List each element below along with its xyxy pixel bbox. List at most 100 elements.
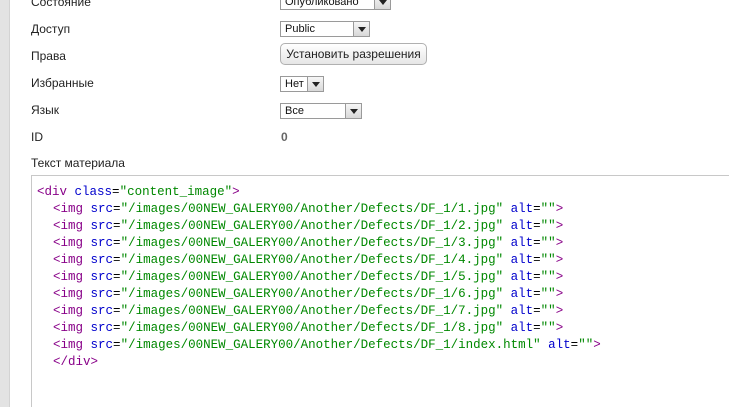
code-attribute-value: "/images/00NEW_GALERY00/Another/Defects/… <box>120 338 541 352</box>
code-attribute-name: src <box>90 321 114 335</box>
code-tag-close: > <box>593 338 601 352</box>
code-equals: = <box>533 219 541 233</box>
code-equals: = <box>533 321 541 335</box>
code-equals: = <box>533 304 541 318</box>
code-line: <img src="/images/00NEW_GALERY00/Another… <box>37 269 729 286</box>
featured-label: Избранные <box>31 76 94 90</box>
code-equals: = <box>533 236 541 250</box>
code-equals: = <box>113 287 121 301</box>
code-line: </div> <box>37 354 729 371</box>
code-attribute-value: "" <box>540 270 556 284</box>
code-attribute-value: "" <box>540 321 556 335</box>
code-attribute-name: alt <box>510 219 534 233</box>
access-select-value: Public <box>285 23 315 35</box>
code-equals: = <box>113 236 121 250</box>
code-equals: = <box>113 219 121 233</box>
code-line: <img src="/images/00NEW_GALERY00/Another… <box>37 286 729 303</box>
rights-label: Права <box>31 49 66 63</box>
chevron-down-icon <box>345 104 361 118</box>
language-label: Язык <box>31 103 60 117</box>
code-tag: <img <box>53 253 84 267</box>
code-tag-close: > <box>555 253 564 267</box>
code-tag: <img <box>53 338 84 352</box>
language-select-value: Все <box>285 105 304 117</box>
code-tag-close: > <box>555 270 564 284</box>
code-tag-close: > <box>232 185 240 199</box>
code-attribute-name: alt <box>510 270 534 284</box>
code-equals: = <box>113 304 121 318</box>
set-permissions-button[interactable]: Установить разрешения <box>280 43 427 65</box>
code-attribute-name: src <box>90 202 114 216</box>
code-tag-close: > <box>555 321 564 335</box>
code-attribute-name: class <box>74 185 113 199</box>
code-tag: <div <box>37 185 68 199</box>
code-tag-close: > <box>555 287 564 301</box>
code-attribute-value: "/images/00NEW_GALERY00/Another/Defects/… <box>120 270 504 284</box>
code-tag: <img <box>53 270 84 284</box>
code-tag-close: > <box>90 355 99 369</box>
code-line: <img src="/images/00NEW_GALERY00/Another… <box>37 320 729 337</box>
code-tag: <img <box>53 236 84 250</box>
content-label: Текст материала <box>31 156 125 170</box>
featured-select[interactable]: Нет <box>280 76 324 92</box>
state-select-value: Опубликовано <box>285 0 359 8</box>
code-attribute-value: "/images/00NEW_GALERY00/Another/Defects/… <box>120 253 504 267</box>
code-attribute-value: "/images/00NEW_GALERY00/Another/Defects/… <box>120 219 504 233</box>
code-attribute-value: "" <box>540 253 556 267</box>
id-value: 0 <box>281 130 288 144</box>
left-panel-edge <box>0 0 10 407</box>
code-line: <img src = "/images/00NEW_GALERY00/Another… <box>37 252 729 269</box>
code-tag: <img <box>53 287 84 301</box>
code-attribute-name: src <box>90 253 114 267</box>
code-attribute-name: alt <box>510 253 534 267</box>
chevron-down-icon <box>374 0 390 9</box>
code-attribute-value: "" <box>540 219 556 233</box>
code-attribute-name: alt <box>548 338 571 352</box>
code-tag: <img <box>53 219 84 233</box>
code-attribute-name: alt <box>510 321 534 335</box>
code-attribute-value: "" <box>540 287 556 301</box>
state-label: Состояние <box>31 0 91 9</box>
code-attribute-value: "/images/00NEW_GALERY00/Another/Defects/… <box>120 321 504 335</box>
access-select[interactable]: Public <box>280 21 370 37</box>
code-equals: = <box>533 270 541 284</box>
code-equals: = <box>112 185 120 199</box>
language-select[interactable]: Все <box>280 103 362 119</box>
code-tag-close: > <box>555 236 564 250</box>
code-attribute-value: "" <box>578 338 594 352</box>
code-attribute-name: alt <box>510 304 534 318</box>
code-equals: = <box>113 338 121 352</box>
code-tag: </div <box>53 355 91 369</box>
featured-select-value: Нет <box>285 78 304 90</box>
code-equals: = <box>113 270 121 284</box>
code-tag-close: > <box>555 202 564 216</box>
article-text-editor[interactable]: <div class="content_image"> <img src="/im… <box>31 175 729 407</box>
code-attribute-name: src <box>90 287 114 301</box>
code-attribute-value: "/images/00NEW_GALERY00/Another/Defects/… <box>120 236 504 250</box>
code-attribute-name: alt <box>510 287 534 301</box>
code-line: <img src="/images/00NEW_GALERY00/Another… <box>37 337 729 354</box>
code-attribute-name: src <box>90 338 114 352</box>
code-line: <img src = "/images/00NEW_GALERY00/Another… <box>37 201 729 218</box>
code-tag-close: > <box>555 219 564 233</box>
code-attribute-name: alt <box>510 202 534 216</box>
code-tag-close: > <box>555 304 564 318</box>
code-attribute-name: src <box>90 270 114 284</box>
code-attribute-value: "/images/00NEW_GALERY00/Another/Defects/… <box>120 287 504 301</box>
code-attribute-value: "content_image" <box>119 185 233 199</box>
code-attribute-value: "" <box>540 202 556 216</box>
chevron-down-icon <box>307 77 323 91</box>
code-attribute-name: src <box>90 304 114 318</box>
code-tag: <img <box>53 321 84 335</box>
code-equals: = <box>533 202 541 216</box>
state-select[interactable]: Опубликовано <box>280 0 391 10</box>
code-line: <img src="/images/00NEW_GALERY00/Another… <box>37 235 729 252</box>
code-equals: = <box>113 321 121 335</box>
code-tag: <img <box>53 202 84 216</box>
code-equals: = <box>533 253 541 267</box>
code-attribute-value: "" <box>540 236 556 250</box>
access-label: Доступ <box>31 22 71 36</box>
code-attribute-value: "/images/00NEW_GALERY00/Another/Defects/… <box>120 202 504 216</box>
code-attribute-value: "" <box>540 304 556 318</box>
code-attribute-name: src <box>90 236 114 250</box>
